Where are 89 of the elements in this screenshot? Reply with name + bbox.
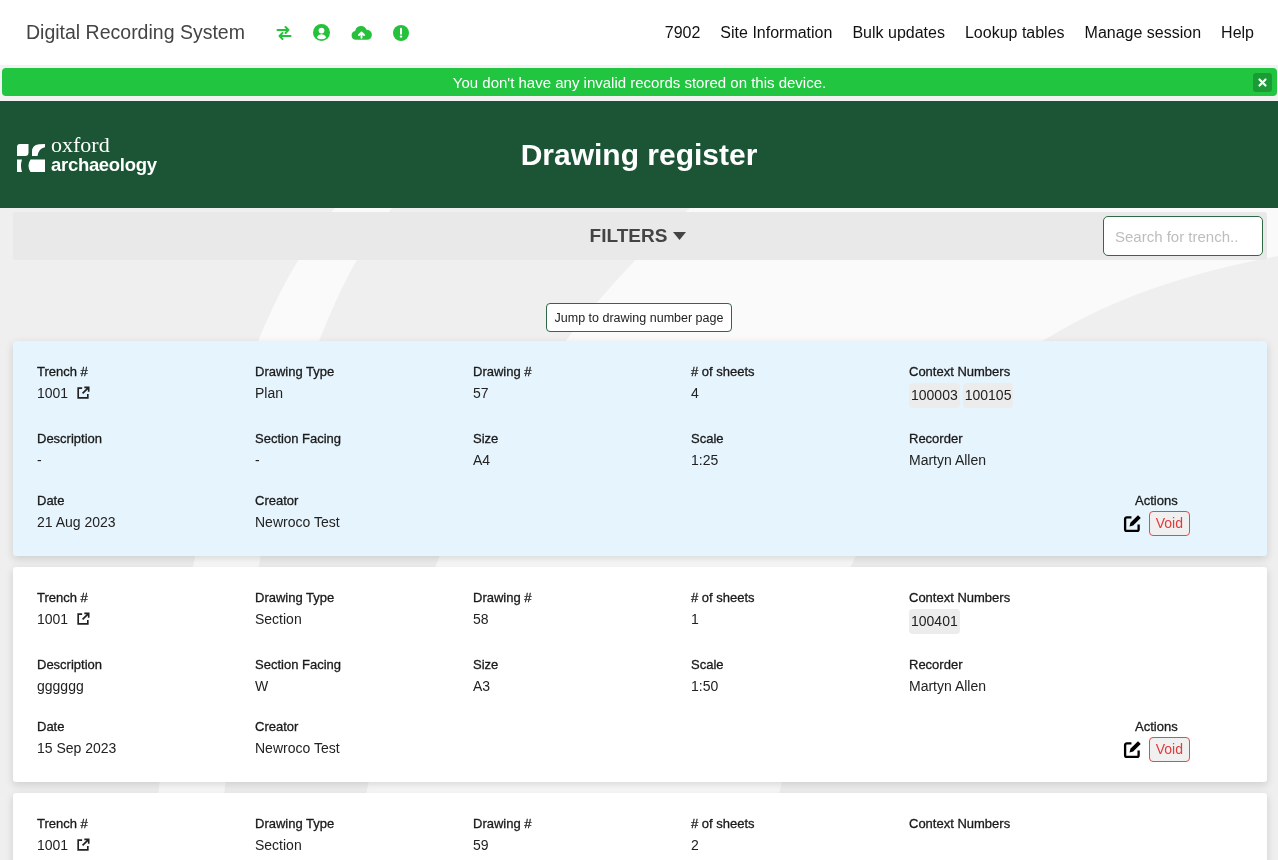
field-label: Size xyxy=(473,430,500,447)
search-field[interactable]: Search for trench.. xyxy=(1103,216,1263,256)
user-icon[interactable] xyxy=(312,24,330,41)
field-label: Description xyxy=(37,430,104,447)
nav-link[interactable]: Bulk updates xyxy=(852,23,945,42)
field-value: 1:25 xyxy=(691,451,719,470)
field-value: Plan xyxy=(255,384,284,403)
swap-arrows-icon[interactable] xyxy=(275,24,292,41)
field-label: Trench # xyxy=(37,815,89,832)
nav-link[interactable]: Manage session xyxy=(1084,23,1202,42)
logo-icon xyxy=(16,143,46,173)
field-label: # of sheets xyxy=(691,589,756,606)
field-label: Date xyxy=(37,492,66,509)
field-label: # of sheets xyxy=(691,815,756,832)
field-value: - xyxy=(255,451,260,470)
external-link-icon[interactable] xyxy=(76,386,91,400)
field-value: Section xyxy=(255,836,302,855)
field-value: 1 xyxy=(691,610,699,629)
field-value: 59 xyxy=(473,836,489,855)
field-value: A3 xyxy=(473,677,491,696)
field-value: A4 xyxy=(473,451,491,470)
page-title: Drawing register xyxy=(520,137,758,172)
field-label: Drawing # xyxy=(473,589,533,606)
close-icon[interactable] xyxy=(1252,72,1272,92)
field-label: Drawing # xyxy=(473,815,533,832)
field-value: Martyn Allen xyxy=(909,451,987,470)
void-button[interactable]: Void xyxy=(1148,511,1190,536)
edit-icon[interactable] xyxy=(1122,514,1142,533)
field-value: 58 xyxy=(473,610,489,629)
external-link-icon[interactable] xyxy=(76,612,91,626)
edit-icon[interactable] xyxy=(1122,740,1142,759)
nav-link[interactable]: 7902 xyxy=(664,23,701,42)
field-label: Scale xyxy=(691,656,725,673)
field-label: Drawing # xyxy=(473,363,533,380)
nav-link[interactable]: Site Information xyxy=(720,23,833,42)
logo-wordmark-top: oxford xyxy=(51,134,111,154)
field-label: Drawing Type xyxy=(255,815,336,832)
trench-link[interactable]: 1001 xyxy=(37,383,69,403)
field-value: Martyn Allen xyxy=(909,677,987,696)
field-value: 21 Aug 2023 xyxy=(37,513,116,532)
field-value: 4 xyxy=(691,384,699,403)
field-value: 57 xyxy=(473,384,489,403)
field-label: Creator xyxy=(255,492,300,509)
nav-link[interactable]: Help xyxy=(1221,23,1254,42)
field-label: Scale xyxy=(691,430,725,447)
external-link-icon[interactable] xyxy=(76,838,91,852)
field-value: 2 xyxy=(691,836,699,855)
field-label: Context Numbers xyxy=(909,815,1012,832)
field-value: W xyxy=(255,677,269,696)
field-value: 15 Sep 2023 xyxy=(37,739,117,758)
field-value: Section xyxy=(255,610,302,629)
field-label: Context Numbers xyxy=(909,363,1012,380)
caret-down-icon xyxy=(673,232,687,240)
record-card[interactable]: Trench # 1001 Drawing Type Section Drawing # 59 # of sheets 2 Context Numbers xyxy=(13,793,1267,860)
field-label: Date xyxy=(37,718,66,735)
trench-link[interactable]: 1001 xyxy=(37,835,69,855)
context-number-tag: 100401 xyxy=(909,609,960,634)
field-label: Section Facing xyxy=(255,656,342,673)
alert-message: You don't have any invalid records stored on this device. xyxy=(452,73,827,91)
void-button[interactable]: Void xyxy=(1148,737,1190,762)
field-value: gggggg xyxy=(37,677,84,696)
field-label: Recorder xyxy=(909,656,964,673)
filters-toggle[interactable]: FILTERS xyxy=(589,225,687,247)
field-label: Drawing Type xyxy=(255,363,336,380)
field-label: # of sheets xyxy=(691,363,756,380)
context-number-tag: 100105 xyxy=(962,383,1014,408)
field-value: 1:50 xyxy=(691,677,719,696)
nav-link[interactable]: Lookup tables xyxy=(964,23,1065,42)
field-label: Section Facing xyxy=(255,430,342,447)
field-label: Size xyxy=(473,656,500,673)
field-value: - xyxy=(37,451,42,470)
actions-label: Actions xyxy=(1135,492,1178,509)
context-number-tag: 100003 xyxy=(909,383,960,408)
cloud-upload-icon[interactable] xyxy=(350,25,372,40)
field-value: Newroco Test xyxy=(255,513,340,532)
trench-link[interactable]: 1001 xyxy=(37,609,69,629)
alert-icon[interactable] xyxy=(392,24,409,41)
field-value: Newroco Test xyxy=(255,739,340,758)
field-label: Trench # xyxy=(37,589,89,606)
jump-button[interactable]: Jump to drawing number page xyxy=(545,303,733,332)
field-label: Creator xyxy=(255,718,300,735)
field-label: Recorder xyxy=(909,430,964,447)
app-title[interactable]: Digital Recording System xyxy=(26,21,245,44)
logo-wordmark-bottom: archaeology xyxy=(51,153,157,175)
field-label: Trench # xyxy=(37,363,89,380)
field-label: Context Numbers xyxy=(909,589,1012,606)
actions-label: Actions xyxy=(1135,718,1178,735)
field-label: Description xyxy=(37,656,104,673)
field-label: Drawing Type xyxy=(255,589,336,606)
